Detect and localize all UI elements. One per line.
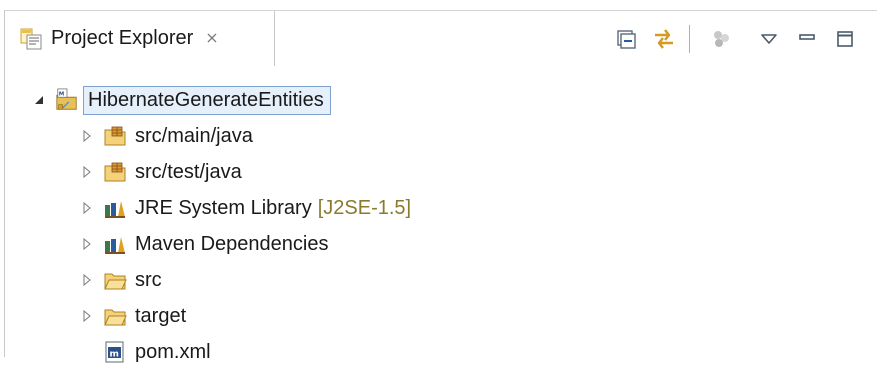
library-icon <box>103 232 127 256</box>
view-toolbar <box>605 21 862 57</box>
tree-item-src-main-java[interactable]: src/main/java <box>79 119 253 153</box>
tree-item-target[interactable]: target <box>79 299 186 333</box>
collapse-all-icon[interactable] <box>609 22 643 56</box>
jre-version-decoration: [J2SE-1.5] <box>317 196 412 219</box>
view-menu-icon[interactable] <box>752 22 786 56</box>
tree-item-label: JRE System Library <box>135 196 312 219</box>
source-folder-icon <box>103 160 127 184</box>
view-tab-bar: Project Explorer ⨯ <box>5 11 877 67</box>
mylyn-focus-icon[interactable] <box>704 22 738 56</box>
chevron-right-icon[interactable] <box>79 164 95 180</box>
svg-text:M: M <box>59 91 65 97</box>
chevron-right-icon[interactable] <box>79 308 95 324</box>
chevron-expanded-icon[interactable] <box>31 92 47 108</box>
svg-text:m: m <box>110 350 119 360</box>
tab-title: Project Explorer <box>51 27 194 49</box>
tree-item-src-test-java[interactable]: src/test/java <box>79 155 242 189</box>
toolbar-separator <box>689 25 690 53</box>
maximize-icon[interactable] <box>828 22 862 56</box>
close-icon[interactable]: ⨯ <box>205 30 218 47</box>
tree-item-jre-system-library[interactable]: JRE System Library [J2SE-1.5] <box>79 191 411 225</box>
tree-item-label: src <box>135 268 162 291</box>
chevron-right-icon[interactable] <box>79 236 95 252</box>
chevron-right-icon[interactable] <box>79 128 95 144</box>
library-icon <box>103 196 127 220</box>
minimize-icon[interactable] <box>790 22 824 56</box>
tree-item-src[interactable]: src <box>79 263 162 297</box>
link-with-editor-icon[interactable] <box>647 22 681 56</box>
tree-item-label: HibernateGenerateEntities <box>83 85 331 115</box>
tree-item-label: target <box>135 304 187 327</box>
tree-item-maven-dependencies[interactable]: Maven Dependencies <box>79 227 328 261</box>
tree-item-label: Maven Dependencies <box>135 232 329 255</box>
tab-project-explorer[interactable]: Project Explorer ⨯ <box>5 11 275 66</box>
chevron-right-icon[interactable] <box>79 200 95 216</box>
project-explorer-icon <box>19 27 43 51</box>
project-explorer-view: Project Explorer ⨯ M HibernateGenerateEn… <box>4 10 877 363</box>
tree-item-label: src/main/java <box>135 124 253 147</box>
tree-item-pom-xml[interactable]: m pom.xml <box>103 335 211 369</box>
folder-icon <box>103 268 127 292</box>
tree-item-label: src/test/java <box>135 160 242 183</box>
source-folder-icon <box>103 124 127 148</box>
tree-item-root[interactable]: M HibernateGenerateEntities <box>31 83 331 117</box>
folder-icon <box>103 304 127 328</box>
chevron-right-icon[interactable] <box>79 272 95 288</box>
maven-project-icon: M <box>55 88 79 112</box>
tree-item-label: pom.xml <box>135 340 211 363</box>
maven-pom-file-icon: m <box>103 340 127 364</box>
